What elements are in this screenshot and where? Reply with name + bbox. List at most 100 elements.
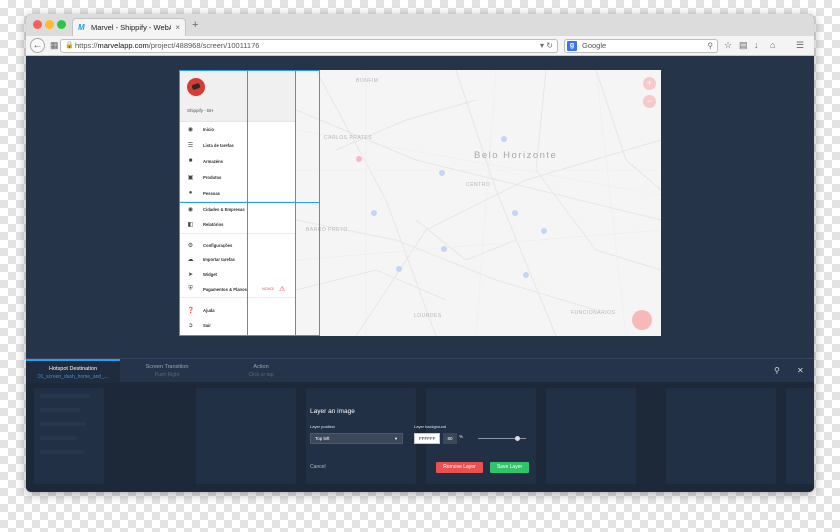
- layer-background-label: Layer background: [414, 424, 447, 429]
- map-label-lourdes: LOURDES: [414, 313, 442, 319]
- map-pin[interactable]: [501, 136, 507, 142]
- tab-close-icon[interactable]: ×: [175, 23, 180, 32]
- panel-tabs: Hotspot Destination 01_screen_dash_home_…: [26, 358, 814, 383]
- menu-item-label: Inicio: [203, 126, 214, 132]
- menu-item-importar-tarefas[interactable]: ☁ Importar tarefas: [179, 253, 296, 265]
- save-layer-button[interactable]: Save Layer: [490, 462, 529, 473]
- clipboard-icon[interactable]: ▤: [739, 40, 748, 51]
- minimize-window-button[interactable]: [45, 20, 54, 29]
- new-badge: NOVO!: [262, 287, 275, 291]
- layer-background-color-input[interactable]: FFFFFF: [414, 433, 440, 444]
- hotspot-guide-line: [179, 202, 320, 203]
- map-label-funcionarios: FUNCIONÁRIOS: [571, 310, 616, 316]
- menu-item-label: Importar tarefas: [203, 256, 235, 262]
- opacity-slider-handle[interactable]: [515, 436, 520, 441]
- box-icon: ▣: [187, 174, 194, 181]
- menu-item-configuracoes[interactable]: ⚙ Configurações: [179, 239, 296, 251]
- menu-item-ajuda[interactable]: ❓ Ajuda: [179, 304, 296, 316]
- tab-title: Hotspot Destination: [49, 366, 97, 372]
- map-label-carlos-prates: CARLOS PRATES: [324, 135, 373, 141]
- hamburger-menu-icon[interactable]: ☰: [796, 40, 804, 51]
- download-icon[interactable]: ↓: [754, 40, 759, 50]
- menu-item-relatorios[interactable]: ◧ Relatórios: [179, 218, 296, 230]
- add-task-fab-button[interactable]: [632, 310, 652, 330]
- navigation-bar: ← ▦ 🔒 https://marvelapp.com/project/4889…: [26, 36, 814, 56]
- cancel-button[interactable]: Cancel: [310, 464, 326, 470]
- close-icon[interactable]: ✕: [797, 366, 804, 375]
- map-pin[interactable]: [541, 228, 547, 234]
- map-pin[interactable]: [356, 156, 362, 162]
- back-button[interactable]: ←: [30, 38, 45, 53]
- google-icon: g: [567, 41, 577, 51]
- browser-window: M Marvel - Shippify - WebApp ... × + ← ▦…: [26, 14, 814, 492]
- map-pin[interactable]: [441, 246, 447, 252]
- map-view[interactable]: CARLOS PRATES CENTRO BARRO PRETO LOURDES…: [296, 70, 661, 336]
- map-pin[interactable]: [396, 266, 402, 272]
- menu-item-pessoas[interactable]: ● Pessoas: [179, 187, 296, 199]
- tab-action[interactable]: Action Click or tap: [214, 359, 308, 383]
- menu-item-pagamentos-planos[interactable]: ⛨ Pagamentos & Planos NOVO! ⚠: [179, 283, 296, 295]
- url-domain: marvelapp.com: [97, 41, 149, 50]
- map-city-label: Belo Horizonte: [474, 150, 558, 161]
- prototype-canvas: CARLOS PRATES CENTRO BARRO PRETO LOURDES…: [26, 57, 814, 358]
- menu-item-sair[interactable]: ➲ Sair: [179, 319, 296, 331]
- zoom-in-button[interactable]: +: [643, 77, 656, 90]
- background-placeholder: [40, 394, 90, 398]
- help-icon: ❓: [187, 307, 195, 314]
- report-icon: ◧: [187, 221, 194, 228]
- background-placeholder: [40, 436, 76, 440]
- menu-item-label: Widget: [203, 271, 217, 277]
- menu-item-label: Pessoas: [203, 190, 220, 196]
- reload-icon[interactable]: ▾ ↻: [540, 40, 553, 52]
- opacity-input[interactable]: 80: [443, 433, 457, 444]
- search-placeholder: Google: [582, 41, 607, 50]
- screen-preview: CARLOS PRATES CENTRO BARRO PRETO LOURDES…: [179, 70, 661, 336]
- menu-item-inicio[interactable]: ◉ Inicio: [179, 123, 296, 135]
- background-screen-thumbnail: [546, 388, 636, 484]
- background-screen-list: [34, 388, 104, 484]
- menu-item-label: Relatórios: [203, 221, 224, 227]
- zoom-out-button[interactable]: −: [643, 95, 656, 108]
- layer-position-select[interactable]: Top left ▼: [310, 433, 403, 444]
- map-pin[interactable]: [439, 170, 445, 176]
- hotspot-panel: Hotspot Destination 01_screen_dash_home_…: [26, 358, 814, 492]
- menu-item-label: Sair: [203, 322, 211, 328]
- new-tab-button[interactable]: +: [192, 19, 198, 31]
- close-window-button[interactable]: [33, 20, 42, 29]
- background-placeholder: [40, 408, 80, 412]
- layer-image-dialog: Layer an image Layer position Layer back…: [310, 408, 536, 473]
- tab-hotspot-destination[interactable]: Hotspot Destination 01_screen_dash_home_…: [26, 359, 120, 383]
- map-pin[interactable]: [371, 210, 377, 216]
- url-path: /project/488968/screen/10011176: [148, 41, 260, 50]
- warehouse-icon: ■: [188, 158, 193, 164]
- menu-item-armazens[interactable]: ■ Armazéns: [179, 155, 296, 167]
- percent-symbol: %: [459, 434, 464, 439]
- map-pin[interactable]: [512, 210, 518, 216]
- background-screen-thumbnail: [666, 388, 776, 484]
- menu-item-widget[interactable]: ➤ Widget: [179, 268, 296, 280]
- url-bar[interactable]: 🔒 https://marvelapp.com/project/488968/s…: [60, 39, 558, 53]
- search-bar[interactable]: g Google ⚲: [564, 39, 718, 53]
- menu-item-cidades-empresas[interactable]: ◉ Cidades & Empresas: [179, 203, 296, 215]
- background-screen-thumbnail: [196, 388, 296, 484]
- search-icon[interactable]: ⚲: [774, 366, 780, 375]
- star-icon[interactable]: ☆: [724, 40, 732, 51]
- tab-screen-transition[interactable]: Screen Transition Push Right: [120, 359, 214, 383]
- map-label-bonfim: BONFIM: [356, 78, 379, 84]
- menu-item-lista-de-tarefas[interactable]: ☰ Lista de tarefas: [179, 139, 296, 151]
- menu-item-label: Lista de tarefas: [203, 142, 234, 148]
- menu-item-produtos[interactable]: ▣ Produtos: [179, 171, 296, 183]
- menu-header: Shippify - BH: [179, 70, 295, 122]
- map-label-barro-preto: BARRO PRETO: [306, 227, 348, 233]
- search-icon[interactable]: ⚲: [708, 40, 714, 52]
- remove-layer-button[interactable]: Remove Layer: [436, 462, 483, 473]
- browser-tab[interactable]: M Marvel - Shippify - WebApp ... ×: [72, 18, 186, 36]
- map-pin[interactable]: [523, 272, 529, 278]
- bookmarks-sidebar-icon[interactable]: ▦: [50, 40, 59, 51]
- brand-name: Shippify - BH: [187, 108, 214, 113]
- rocket-icon: ➤: [187, 271, 194, 278]
- tab-title: Action: [253, 364, 269, 370]
- home-icon[interactable]: ⌂: [770, 40, 775, 50]
- side-menu: Shippify - BH ◉ Inicio ☰ Lista de tarefas …: [179, 70, 296, 336]
- maximize-window-button[interactable]: [57, 20, 66, 29]
